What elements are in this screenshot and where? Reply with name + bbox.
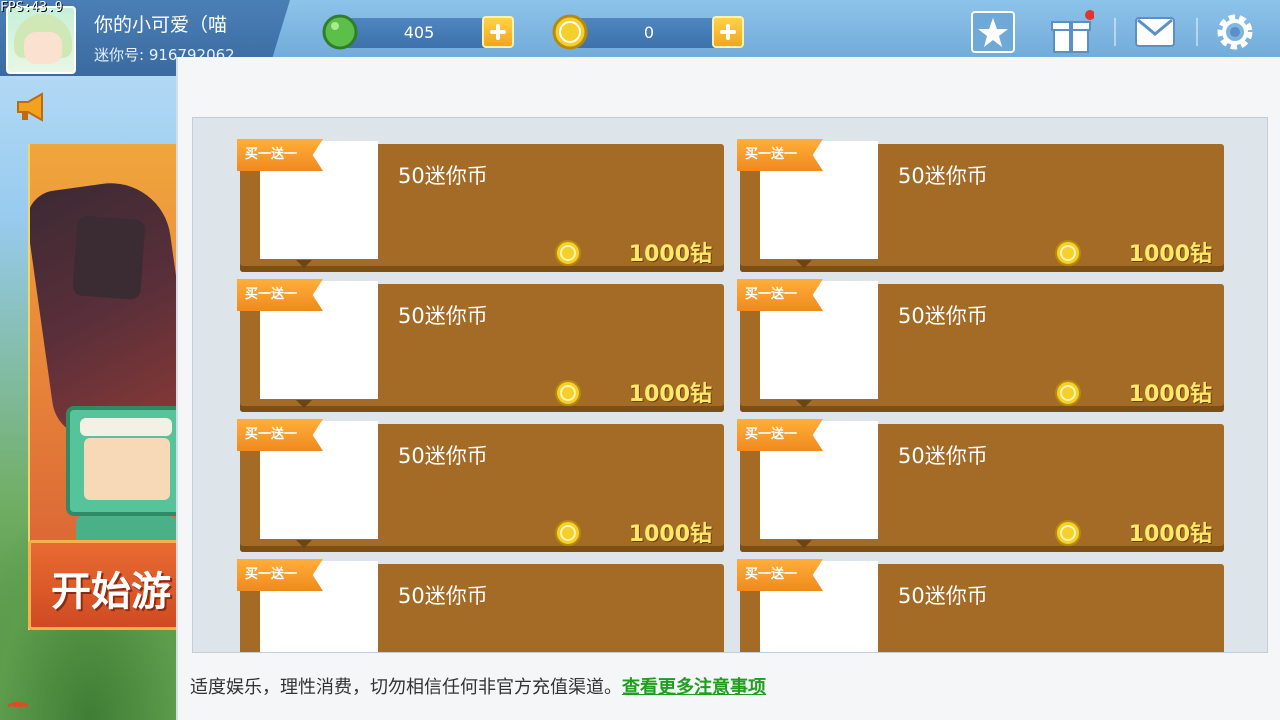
promo-ribbon: 买一送一 bbox=[237, 279, 323, 311]
promo-ribbon: 买一送一 bbox=[237, 419, 323, 451]
currency-green-gem: 405 bbox=[322, 14, 518, 50]
mini-coin-icon bbox=[1055, 520, 1081, 546]
promo-ribbon: 买一送一 bbox=[737, 279, 823, 311]
fps-counter: FPS:43.9 bbox=[0, 0, 63, 15]
add-green-gem-button[interactable] bbox=[482, 16, 514, 48]
hero-face bbox=[84, 438, 170, 500]
item-title: 50迷你币 bbox=[898, 584, 988, 608]
mini-coin-icon bbox=[552, 14, 588, 50]
start-game-button[interactable]: 开始游 bbox=[28, 540, 200, 630]
notice-more-link[interactable]: 查看更多注意事项 bbox=[622, 677, 766, 698]
avatar[interactable] bbox=[6, 6, 76, 74]
currency-green-gem-value: 405 bbox=[403, 23, 435, 42]
shop-item-card[interactable]: 买一送一 50迷你币 1000钻 bbox=[737, 279, 1224, 412]
shop-item-card[interactable]: 买一送一 50迷你币 bbox=[737, 559, 1224, 652]
megaphone-icon[interactable] bbox=[14, 92, 50, 122]
golem-figure bbox=[30, 175, 197, 443]
thumbnail-notch bbox=[796, 260, 812, 268]
gear-icon[interactable] bbox=[1212, 10, 1258, 54]
mail-icon[interactable] bbox=[1132, 10, 1178, 54]
gift-notification-dot bbox=[1085, 10, 1094, 20]
mini-coin-icon bbox=[1055, 240, 1081, 266]
profile-name: 你的小可爱（喵 bbox=[94, 14, 228, 36]
currency-mini-coin-value: 0 bbox=[643, 23, 655, 42]
avatar-face bbox=[24, 32, 62, 64]
thumbnail-notch bbox=[296, 400, 312, 408]
item-price: 1000钻 bbox=[1128, 522, 1212, 547]
thumbnail-notch bbox=[796, 400, 812, 408]
shop-item-card[interactable]: 买一送一 50迷你币 1000钻 bbox=[737, 419, 1224, 552]
star-icon[interactable] bbox=[970, 10, 1016, 54]
item-title: 50迷你币 bbox=[898, 304, 988, 328]
shop-item-grid[interactable]: 买一送一 50迷你币 1000钻 买一送一 50迷你币 1000钻 买一送一 5… bbox=[192, 117, 1268, 653]
purchase-notice: 适度娱乐，理性消费，切勿相信任何非官方充值渠道。查看更多注意事项 bbox=[190, 673, 766, 699]
wifi-icon bbox=[7, 701, 29, 708]
promo-ribbon: 买一送一 bbox=[737, 419, 823, 451]
mini-coin-icon bbox=[555, 240, 581, 266]
item-title: 50迷你币 bbox=[398, 304, 488, 328]
promo-ribbon: 买一送一 bbox=[237, 559, 323, 591]
game-scene-background: 开始游 bbox=[0, 0, 220, 720]
add-mini-coin-button[interactable] bbox=[712, 16, 744, 48]
shop-panel: 买一送一 50迷你币 1000钻 买一送一 50迷你币 1000钻 买一送一 5… bbox=[176, 57, 1280, 720]
shop-item-card[interactable]: 买一送一 50迷你币 1000钻 bbox=[237, 139, 724, 272]
item-price: 1000钻 bbox=[1128, 242, 1212, 267]
start-game-label: 开始游 bbox=[51, 569, 171, 615]
hero-hat bbox=[80, 418, 172, 436]
item-title: 50迷你币 bbox=[398, 164, 488, 188]
shop-item-card[interactable]: 买一送一 50迷你币 1000钻 bbox=[737, 139, 1224, 272]
promo-ribbon: 买一送一 bbox=[237, 139, 323, 171]
item-title: 50迷你币 bbox=[898, 444, 988, 468]
item-title: 50迷你币 bbox=[398, 584, 488, 608]
item-title: 50迷你币 bbox=[398, 444, 488, 468]
gift-icon[interactable] bbox=[1048, 10, 1094, 54]
top-divider bbox=[1114, 18, 1116, 46]
mini-coin-icon bbox=[555, 520, 581, 546]
notice-text: 适度娱乐，理性消费，切勿相信任何非官方充值渠道。 bbox=[190, 677, 622, 698]
golem-fist bbox=[72, 215, 146, 300]
item-price: 1000钻 bbox=[628, 382, 712, 407]
shop-item-card[interactable]: 买一送一 50迷你币 1000钻 bbox=[237, 279, 724, 412]
top-divider bbox=[1196, 18, 1198, 46]
item-price: 1000钻 bbox=[628, 522, 712, 547]
thumbnail-notch bbox=[796, 540, 812, 548]
promo-ribbon: 买一送一 bbox=[737, 139, 823, 171]
green-gem-icon bbox=[322, 14, 358, 50]
promo-ribbon: 买一送一 bbox=[737, 559, 823, 591]
hero-character-head bbox=[66, 406, 184, 516]
currency-mini-coin: 0 bbox=[552, 14, 748, 50]
mini-coin-icon bbox=[1055, 380, 1081, 406]
thumbnail-notch bbox=[296, 260, 312, 268]
item-title: 50迷你币 bbox=[898, 164, 988, 188]
mini-coin-icon bbox=[555, 380, 581, 406]
thumbnail-notch bbox=[296, 540, 312, 548]
item-price: 1000钻 bbox=[1128, 382, 1212, 407]
item-price: 1000钻 bbox=[628, 242, 712, 267]
shop-item-card[interactable]: 买一送一 50迷你币 1000钻 bbox=[237, 419, 724, 552]
shop-item-card[interactable]: 买一送一 50迷你币 bbox=[237, 559, 724, 652]
